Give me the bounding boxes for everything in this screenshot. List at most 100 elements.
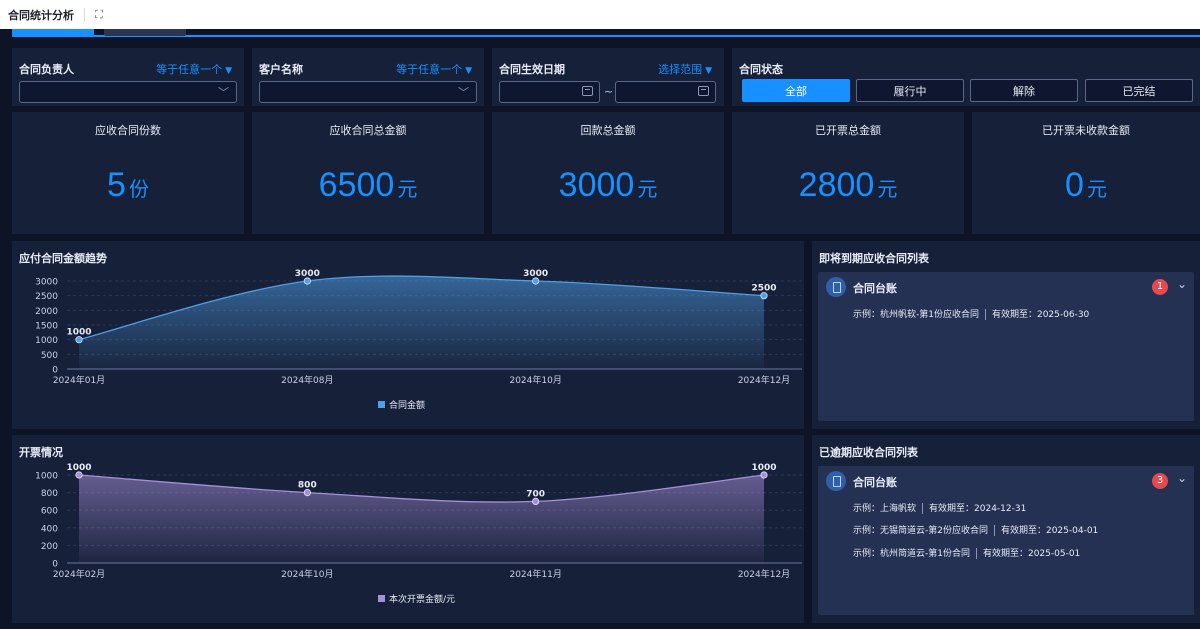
kpi-unit: 元 bbox=[397, 177, 418, 201]
ledger-header[interactable]: 合同台账 3 ⌄ bbox=[818, 466, 1194, 494]
y-tick-label: 2500 bbox=[35, 292, 58, 302]
tab-strip bbox=[0, 29, 1200, 43]
kpi-unit: 元 bbox=[877, 177, 898, 201]
customer-select[interactable]: ﹀ bbox=[259, 81, 477, 103]
legend-label: 本次开票金额/元 bbox=[389, 593, 455, 605]
kpi-number: 0 bbox=[1065, 166, 1084, 204]
fullscreen-icon[interactable]: ⛶ bbox=[91, 8, 107, 22]
list-item[interactable]: 示例：杭州帆软-第1份应收合同 有效期至：2025-06-30 bbox=[853, 307, 1089, 320]
y-tick-label: 2000 bbox=[35, 307, 58, 317]
tab-underline bbox=[12, 35, 1200, 37]
ledger-title: 合同台账 bbox=[853, 476, 897, 489]
kpi-unit: 元 bbox=[637, 177, 658, 201]
y-tick-label: 1000 bbox=[35, 472, 58, 482]
filter-owner-label: 合同负责人 bbox=[19, 63, 74, 76]
ledger-title: 合同台账 bbox=[853, 282, 897, 295]
filter-status-label: 合同状态 bbox=[739, 63, 783, 76]
contract-expiry: 有效期至：2025-06-30 bbox=[991, 310, 1090, 320]
status-terminated-button[interactable]: 解除 bbox=[970, 79, 1078, 102]
date-separator: ~ bbox=[604, 85, 614, 98]
kpi-card: 已开票未收款金额 0元 bbox=[972, 112, 1200, 234]
caret-down-icon: ▼ bbox=[705, 66, 712, 76]
tab-active[interactable] bbox=[12, 29, 94, 36]
series-area bbox=[79, 475, 764, 563]
kpi-number: 3000 bbox=[558, 166, 635, 204]
list-title: 已逾期应收合同列表 bbox=[819, 446, 918, 459]
kpi-value: 3000 元 bbox=[492, 166, 724, 205]
y-tick-label: 1000 bbox=[35, 336, 58, 346]
kpi-card: 已开票总金额 2800 元 bbox=[732, 112, 964, 234]
x-tick-label: 2024年10月 bbox=[509, 374, 561, 386]
kpi-label: 应收合同总金额 bbox=[329, 124, 407, 137]
filter-date: 合同生效日期 选择范围 ▼ ~ bbox=[492, 48, 724, 106]
x-tick-label: 2024年11月 bbox=[509, 568, 561, 580]
list-item[interactable]: 示例：上海帆软 有效期至：2024-12-31 bbox=[853, 501, 1026, 514]
tab-inactive[interactable] bbox=[104, 29, 186, 36]
kpi-number: 5 bbox=[107, 166, 126, 204]
amount-trend-chart: 0 500 1000 1500 2000 2500 3000 1000 2024年01月 3000… bbox=[35, 269, 802, 411]
kpi-value: 2800 元 bbox=[732, 166, 964, 205]
contract-name: 示例：杭州帆软-第1份应收合同 bbox=[853, 310, 979, 320]
trend-chart-panel: 应付合同金额趋势 0 500 1000 1500 2000 2500 3000 1000 202… bbox=[12, 241, 804, 429]
filter-owner-mode-text: 等于任意一个 bbox=[156, 63, 223, 76]
divider bbox=[922, 503, 924, 514]
kpi-card: 应收合同份数 5份 bbox=[12, 112, 244, 234]
y-tick-label: 3000 bbox=[35, 278, 58, 288]
filter-date-label: 合同生效日期 bbox=[499, 63, 565, 76]
filter-customer-label: 客户名称 bbox=[259, 63, 303, 76]
contract-name: 示例：杭州简道云-第1份合同 bbox=[853, 549, 970, 559]
date-start-input[interactable] bbox=[499, 81, 600, 103]
filter-owner-mode[interactable]: 等于任意一个 ▼ bbox=[156, 61, 232, 77]
status-active-button[interactable]: 履行中 bbox=[856, 79, 964, 102]
x-tick-label: 2024年02月 bbox=[53, 568, 105, 580]
filter-customer: 客户名称 等于任意一个 ▼ ﹀ bbox=[252, 48, 484, 106]
kpi-unit: 元 bbox=[1086, 177, 1107, 201]
overdue-list-panel: 已逾期应收合同列表 合同台账 3 ⌄ 示例：上海帆软 有效期至：2024-12-3… bbox=[812, 435, 1200, 623]
y-tick-label: 400 bbox=[41, 524, 58, 534]
filter-status: 合同状态 全部 履行中 解除 已完结 bbox=[732, 48, 1200, 106]
chevron-down-icon[interactable]: ⌄ bbox=[1177, 277, 1187, 291]
chevron-down-icon: ﹀ bbox=[218, 86, 229, 99]
list-item[interactable]: 示例：无锡简道云-第2份应收合同 有效期至：2025-04-01 bbox=[853, 523, 1098, 536]
kpi-value: 5份 bbox=[12, 166, 244, 205]
chevron-down-icon[interactable]: ⌄ bbox=[1177, 471, 1187, 485]
data-label: 3000 bbox=[295, 269, 320, 279]
y-tick-label: 0 bbox=[52, 560, 58, 570]
document-icon bbox=[826, 277, 846, 297]
x-tick-label: 2024年01月 bbox=[53, 374, 105, 386]
date-end-input[interactable] bbox=[615, 81, 716, 103]
x-tick-label: 2024年08月 bbox=[281, 374, 333, 386]
data-label: 1000 bbox=[66, 328, 91, 338]
data-label: 1000 bbox=[751, 463, 776, 473]
kpi-label: 已开票总金额 bbox=[815, 124, 881, 137]
kpi-value: 0元 bbox=[972, 166, 1200, 205]
filter-owner: 合同负责人 等于任意一个 ▼ ﹀ bbox=[12, 48, 244, 106]
contract-ledger-card: 合同台账 3 ⌄ 示例：上海帆软 有效期至：2024-12-31 示例：无锡简道云… bbox=[818, 466, 1194, 615]
kpi-label: 回款总金额 bbox=[580, 124, 636, 137]
filter-date-mode[interactable]: 选择范围 ▼ bbox=[658, 61, 712, 77]
kpi-number: 2800 bbox=[798, 166, 875, 204]
list-item[interactable]: 示例：杭州简道云-第1份合同 有效期至：2025-05-01 bbox=[853, 546, 1080, 559]
filter-customer-mode-text: 等于任意一个 bbox=[396, 63, 463, 76]
contract-name: 示例：上海帆软 bbox=[853, 504, 917, 514]
data-label: 2500 bbox=[751, 284, 776, 294]
status-all-button[interactable]: 全部 bbox=[742, 79, 850, 102]
kpi-unit: 份 bbox=[128, 177, 149, 201]
chevron-down-icon: ﹀ bbox=[458, 86, 469, 99]
calendar-icon bbox=[698, 86, 709, 96]
data-label: 3000 bbox=[523, 269, 548, 279]
count-badge: 3 bbox=[1152, 473, 1168, 489]
data-label: 1000 bbox=[66, 463, 91, 473]
ledger-header[interactable]: 合同台账 1 ⌄ bbox=[818, 272, 1194, 300]
contract-expiry: 有效期至：2025-05-01 bbox=[982, 549, 1081, 559]
upcoming-list-panel: 即将到期应收合同列表 合同台账 1 ⌄ 示例：杭州帆软-第1份应收合同 有效期至：… bbox=[812, 241, 1200, 429]
x-tick-label: 2024年12月 bbox=[738, 374, 790, 386]
filter-customer-mode[interactable]: 等于任意一个 ▼ bbox=[396, 61, 472, 77]
contract-name: 示例：无锡简道云-第2份应收合同 bbox=[853, 526, 988, 536]
owner-select[interactable]: ﹀ bbox=[19, 81, 237, 103]
invoice-chart-panel: 开票情况 0 200 400 600 800 1000 1000 2024年02月 800 202… bbox=[12, 435, 804, 623]
kpi-card: 应收合同总金额 6500 元 bbox=[252, 112, 484, 234]
title-separator bbox=[84, 7, 85, 22]
y-tick-label: 500 bbox=[41, 351, 58, 361]
status-completed-button[interactable]: 已完结 bbox=[1085, 79, 1193, 102]
